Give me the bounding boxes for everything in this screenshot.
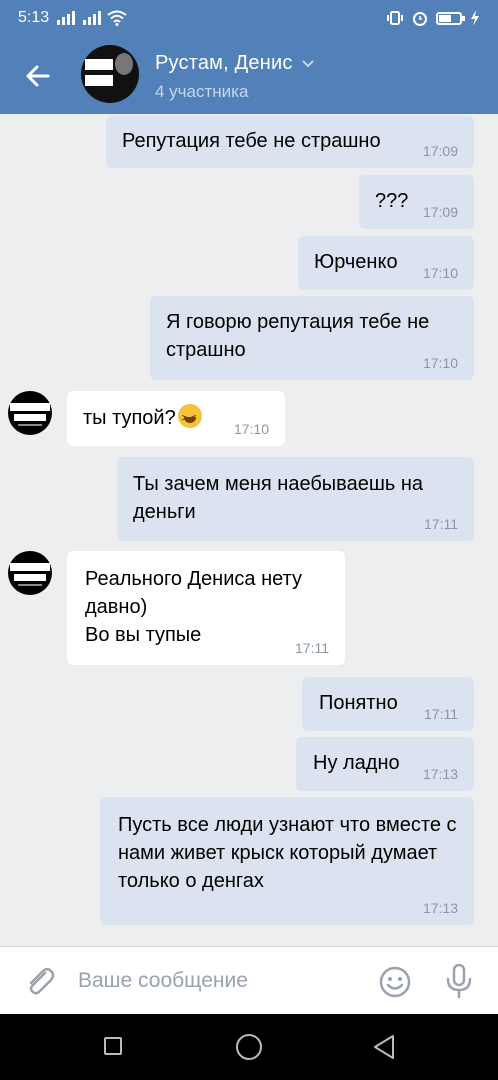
message-outgoing[interactable]: Ну ладно 17:13 bbox=[296, 737, 474, 791]
message-text: Пусть все люди узнают что вместе с нами … bbox=[118, 814, 457, 892]
message-time: 17:09 bbox=[422, 204, 458, 220]
battery-icon bbox=[436, 11, 465, 25]
message-incoming[interactable]: Реального Дениса нету давно) Во вы тупые… bbox=[67, 551, 345, 665]
status-bar: 5:13 bbox=[0, 0, 498, 36]
message-outgoing[interactable]: Ты зачем меня наебываешь на деньги 17:11 bbox=[117, 457, 474, 541]
message-time: 17:13 bbox=[422, 900, 458, 916]
message-text: Ты зачем меня наебываешь на деньги bbox=[133, 473, 424, 523]
message-time: 17:10 bbox=[422, 265, 458, 281]
system-nav-bar bbox=[0, 1014, 498, 1080]
wifi-icon bbox=[107, 10, 127, 26]
back-arrow-icon[interactable] bbox=[18, 56, 58, 96]
vibrate-icon bbox=[387, 11, 403, 25]
participants-count: 4 участника bbox=[155, 82, 249, 101]
message-input[interactable] bbox=[78, 961, 358, 1001]
message-time: 17:09 bbox=[422, 143, 458, 159]
signal-icon bbox=[57, 11, 76, 25]
message-time: 17:10 bbox=[233, 421, 269, 437]
laughing-emoji-icon bbox=[177, 404, 202, 433]
chat-title-text: Рустам, Денис bbox=[155, 52, 293, 74]
message-text: Я говорю репутация тебе не страшно bbox=[166, 311, 430, 361]
chevron-down-icon bbox=[301, 59, 314, 67]
message-time: 17:13 bbox=[422, 766, 458, 782]
message-outgoing[interactable]: Я говорю репутация тебе не страшно 17:10 bbox=[150, 296, 474, 380]
microphone-icon[interactable] bbox=[444, 963, 474, 999]
message-outgoing[interactable]: Понятно 17:11 bbox=[302, 677, 474, 731]
message-outgoing[interactable]: Репутация тебе не страшно 17:09 bbox=[106, 116, 474, 168]
recents-icon[interactable] bbox=[104, 1037, 122, 1055]
message-outgoing[interactable]: ??? 17:09 bbox=[359, 175, 474, 229]
back-icon[interactable] bbox=[372, 1034, 396, 1060]
sender-avatar[interactable] bbox=[8, 391, 52, 435]
charging-icon bbox=[471, 10, 479, 26]
message-time: 17:11 bbox=[295, 640, 329, 656]
message-time: 17:10 bbox=[422, 355, 458, 371]
message-outgoing[interactable]: Пусть все люди узнают что вместе с нами … bbox=[100, 797, 474, 925]
chat-avatar[interactable] bbox=[81, 45, 139, 103]
home-icon[interactable] bbox=[236, 1034, 262, 1060]
chat-header: Рустам, Денис 4 участника bbox=[0, 36, 498, 114]
message-incoming[interactable]: ты тупой? 17:10 bbox=[67, 391, 285, 446]
alarm-icon bbox=[413, 12, 427, 26]
status-time: 5:13 bbox=[18, 9, 50, 26]
message-time: 17:11 bbox=[424, 516, 458, 532]
message-outgoing[interactable]: Юрченко 17:10 bbox=[298, 236, 474, 290]
emoji-smile-icon[interactable] bbox=[378, 965, 412, 999]
message-text: ты тупой? bbox=[83, 407, 176, 429]
signal-icon-2 bbox=[83, 11, 102, 25]
message-composer bbox=[0, 946, 498, 1014]
sender-avatar[interactable] bbox=[8, 551, 52, 595]
message-text: Репутация тебе не страшно bbox=[122, 130, 381, 152]
paperclip-icon[interactable] bbox=[22, 963, 58, 999]
message-time: 17:11 bbox=[424, 706, 458, 722]
message-text: Реального Дениса нету давно) Во вы тупые bbox=[85, 568, 302, 646]
chat-title[interactable]: Рустам, Денис bbox=[155, 52, 315, 75]
